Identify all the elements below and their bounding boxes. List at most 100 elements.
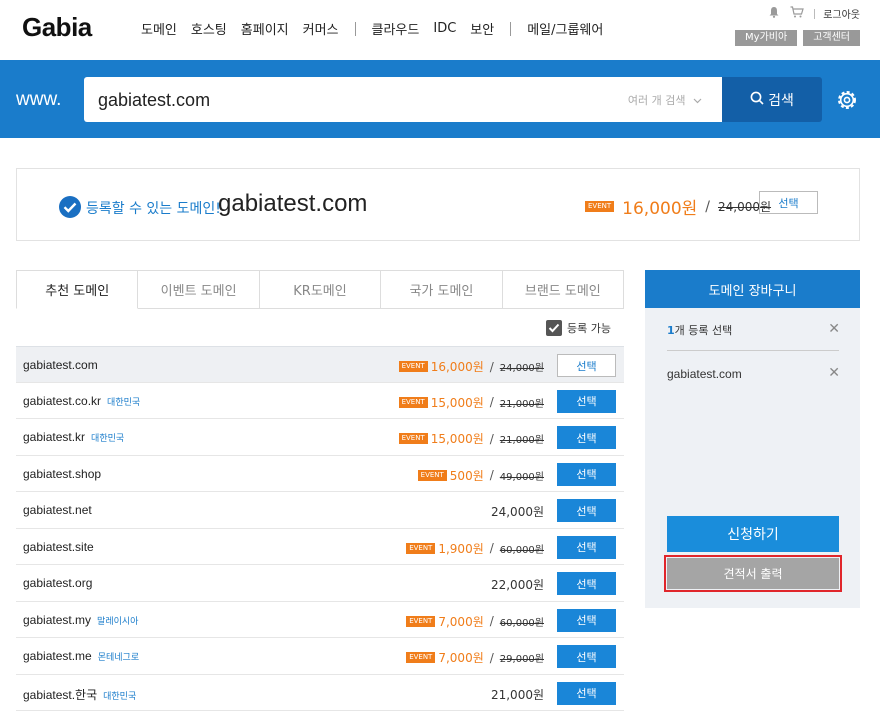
row-price: EVENT7,000원/29,000원	[406, 649, 544, 666]
original-price: 21,000원	[500, 431, 544, 446]
sale-price: 500원	[450, 467, 484, 484]
multi-search-dropdown[interactable]: 여러 개 검색	[628, 92, 702, 108]
tab-brand[interactable]: 브랜드 도메인	[503, 270, 624, 309]
logout-link[interactable]: 로그아웃	[823, 6, 860, 21]
available-message: 등록할 수 있는 도메인!	[86, 198, 221, 218]
row-price: EVENT500원/49,000원	[418, 467, 544, 484]
search-band: www. 여러 개 검색 검색	[0, 60, 880, 138]
tab-event[interactable]: 이벤트 도메인	[138, 270, 259, 309]
domain-row: gabiatest.site EVENT1,900원/60,000원 선택	[16, 529, 624, 566]
select-button[interactable]: 선택	[557, 354, 616, 377]
result-price: EVENT 16,000원 / 24,000원	[585, 194, 771, 219]
price: 24,000원	[491, 503, 544, 520]
cart-icon[interactable]	[790, 6, 804, 21]
nav-homepage[interactable]: 홈페이지	[241, 19, 289, 38]
row-price: EVENT1,900원/60,000원	[406, 540, 544, 557]
search-icon	[750, 91, 764, 109]
country-label: 몬테네그로	[98, 652, 139, 662]
domain-row: gabiatest.org 22,000원 선택	[16, 565, 624, 602]
domain-row: gabiatest.my말레이시아EVENT7,000원/60,000원선택	[16, 602, 624, 639]
domain-text: gabiatest.site	[23, 540, 94, 554]
sale-price: 16,000원	[622, 194, 697, 219]
nav-commerce[interactable]: 커머스	[303, 19, 339, 38]
bell-icon[interactable]	[768, 6, 780, 21]
country-label: 대한민국	[107, 397, 140, 407]
util-buttons: My가비아 고객센터	[735, 30, 860, 46]
nav-domain[interactable]: 도메인	[141, 19, 177, 38]
original-price: 60,000원	[500, 541, 544, 556]
filter-label: 등록 가능	[567, 320, 611, 336]
domain-text: gabiatest.shop	[23, 467, 101, 481]
row-domain-name: gabiatest.shop	[23, 467, 101, 481]
tab-kr[interactable]: KR도메인	[260, 270, 381, 309]
select-button[interactable]: 선택	[557, 426, 616, 449]
search-box: 여러 개 검색	[84, 77, 722, 122]
cart-count-label: 개 등록 선택	[675, 324, 733, 337]
row-price: EVENT15,000원/21,000원	[399, 394, 544, 411]
domain-text: gabiatest.me	[23, 649, 92, 663]
price: 22,000원	[491, 576, 544, 593]
available-filter[interactable]: 등록 가능	[546, 320, 611, 336]
country-label: 말레이시아	[97, 616, 138, 626]
search-button[interactable]: 검색	[722, 77, 822, 122]
tab-recommended[interactable]: 추천 도메인	[16, 270, 138, 309]
check-circle-icon	[59, 196, 81, 218]
sale-price: 15,000원	[431, 394, 484, 411]
tab-country[interactable]: 국가 도메인	[381, 270, 502, 309]
nav-security[interactable]: 보안	[470, 19, 494, 38]
domain-text: gabiatest.org	[23, 576, 92, 590]
row-price: 22,000원	[491, 576, 544, 593]
nav-hosting[interactable]: 호스팅	[191, 19, 227, 38]
chevron-down-icon	[689, 94, 702, 107]
nav-idc[interactable]: IDC	[433, 21, 456, 36]
cart-divider	[667, 350, 839, 351]
row-domain-name: gabiatest.kr대한민국	[23, 430, 124, 444]
select-button[interactable]: 선택	[557, 609, 616, 632]
row-price: 24,000원	[491, 503, 544, 520]
result-domain-name: gabiatest.com	[218, 190, 367, 218]
result-select-button[interactable]: 선택	[759, 191, 818, 214]
domain-search-input[interactable]	[98, 87, 598, 113]
domain-row: gabiatest.shop EVENT500원/49,000원 선택	[16, 456, 624, 493]
select-button[interactable]: 선택	[557, 572, 616, 595]
row-domain-name: gabiatest.org	[23, 576, 92, 590]
customer-center-button[interactable]: 고객센터	[803, 30, 860, 46]
domain-text: gabiatest.co.kr	[23, 394, 101, 408]
row-domain-name: gabiatest.my 말레이시아	[23, 613, 138, 627]
utility-links: 로그아웃	[768, 6, 860, 21]
domain-row: gabiatest.co.kr 대한민국 EVENT15,000원/21,000원 선…	[16, 383, 624, 420]
close-icon[interactable]: ✕	[828, 321, 840, 337]
event-badge: EVENT	[406, 652, 435, 663]
cart-item: gabiatest.com	[667, 367, 742, 381]
gear-icon[interactable]	[836, 89, 858, 111]
domain-row: gabiatest.한국대한민국21,000원선택	[16, 675, 624, 711]
nav-mail-groupware[interactable]: 메일/그룹웨어	[527, 19, 603, 38]
sale-price: 7,000원	[438, 649, 483, 666]
nav-divider	[355, 22, 356, 36]
row-domain-name: gabiatest.co.kr 대한민국	[23, 394, 140, 408]
select-button[interactable]: 선택	[557, 390, 616, 413]
checkbox-checked-icon[interactable]	[546, 320, 562, 336]
select-button[interactable]: 선택	[557, 463, 616, 486]
main-nav: 도메인 호스팅 홈페이지 커머스 클라우드 IDC 보안 메일/그룹웨어	[141, 19, 617, 38]
row-domain-name: gabiatest.site	[23, 540, 94, 554]
original-price: 21,000원	[500, 395, 544, 410]
header: Gabia 도메인 호스팅 홈페이지 커머스 클라우드 IDC 보안 메일/그룹…	[0, 0, 880, 60]
remove-item-icon[interactable]: ✕	[828, 365, 840, 381]
my-gabia-button[interactable]: My가비아	[735, 30, 797, 46]
select-button[interactable]: 선택	[557, 499, 616, 522]
event-badge: EVENT	[399, 433, 428, 444]
select-button[interactable]: 선택	[557, 645, 616, 668]
select-button[interactable]: 선택	[557, 682, 616, 705]
domain-row: gabiatest.comEVENT16,000원/24,000원선택	[16, 346, 624, 383]
gabia-logo[interactable]: Gabia	[22, 12, 92, 43]
apply-button[interactable]: 신청하기	[667, 516, 839, 552]
print-estimate-button[interactable]: 견적서 출력	[667, 558, 839, 589]
cart-title: 도메인 장바구니	[645, 270, 860, 308]
nav-cloud[interactable]: 클라우드	[372, 19, 420, 38]
domain-text: gabiatest.한국	[23, 688, 97, 702]
domain-text: gabiatest.my	[23, 613, 91, 627]
select-button[interactable]: 선택	[557, 536, 616, 559]
domain-cart: 도메인 장바구니 1개 등록 선택 ✕ gabiatest.com ✕ 신청하기…	[645, 270, 860, 608]
country-label: 대한민국	[103, 691, 136, 701]
